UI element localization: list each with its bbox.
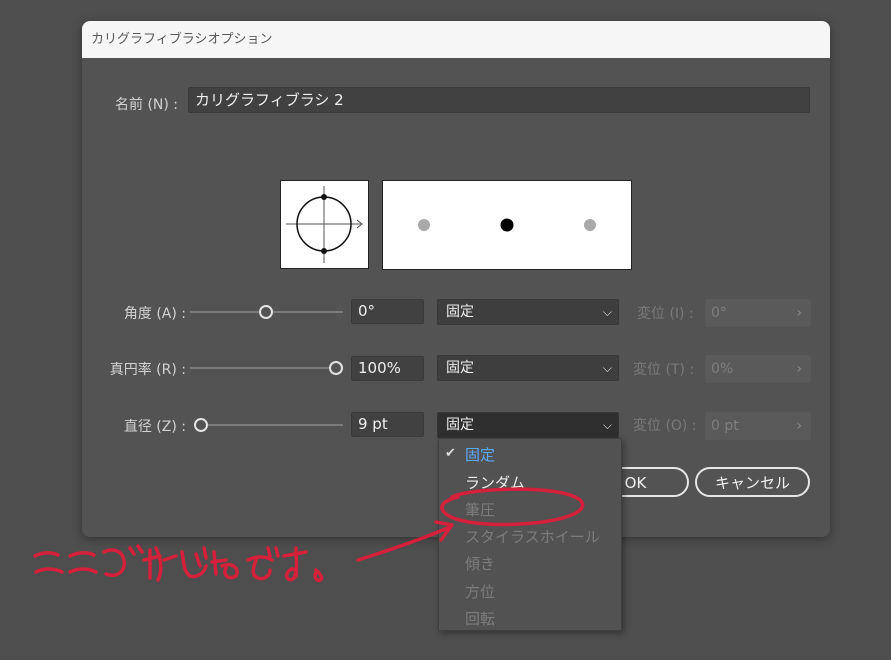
handwritten-annotation: [33, 487, 585, 583]
